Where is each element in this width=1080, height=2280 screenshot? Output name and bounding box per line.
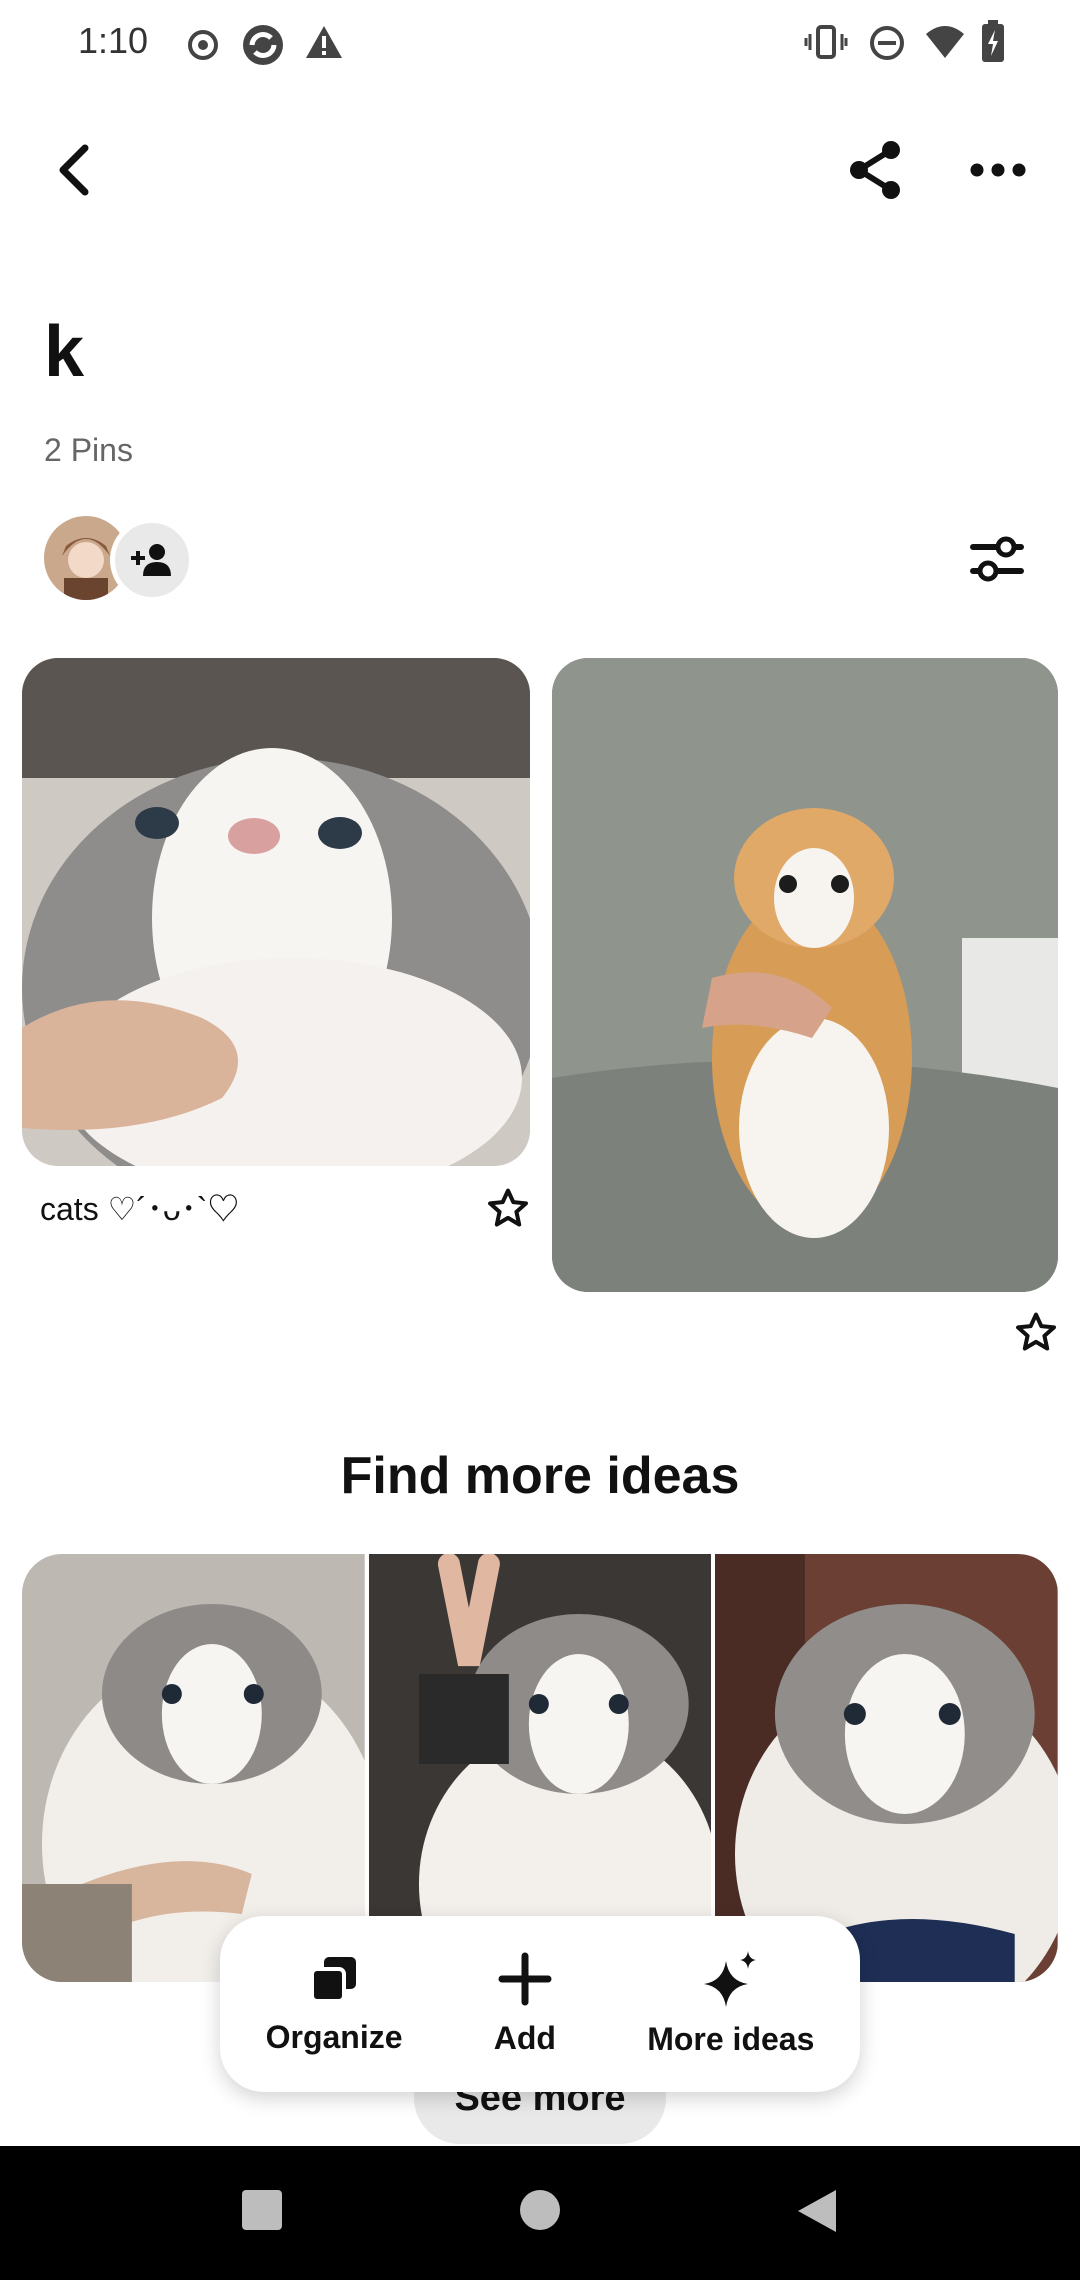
star-outline-icon bbox=[488, 1188, 528, 1227]
more-horizontal-icon bbox=[970, 163, 1026, 177]
board-title: k bbox=[44, 312, 85, 392]
recents-button[interactable] bbox=[242, 2190, 282, 2230]
chevron-left-icon bbox=[59, 144, 89, 196]
back-button[interactable] bbox=[40, 130, 110, 210]
filter-button[interactable] bbox=[964, 526, 1030, 592]
pin-count: 2 Pins bbox=[44, 432, 133, 468]
favorite-button[interactable] bbox=[1010, 1306, 1062, 1358]
system-nav-bar bbox=[0, 2146, 1080, 2280]
home-button[interactable] bbox=[520, 2190, 560, 2230]
share-icon bbox=[850, 141, 900, 199]
dnd-icon bbox=[870, 26, 904, 60]
pin-caption: cats ♡´･ᴗ･`♡ bbox=[40, 1191, 240, 1227]
organize-label: Organize bbox=[265, 2018, 403, 2055]
plus-icon bbox=[498, 1952, 552, 2005]
wifi-icon bbox=[926, 26, 964, 58]
sparkle-icon bbox=[703, 1950, 756, 2007]
vibrate-icon bbox=[804, 25, 848, 59]
add-button[interactable]: Add bbox=[494, 1952, 556, 2057]
section-title: Find more ideas bbox=[340, 1447, 740, 1505]
back-nav-button[interactable] bbox=[796, 2188, 838, 2234]
pin-image-1[interactable] bbox=[22, 658, 530, 1166]
more-ideas-label: More ideas bbox=[647, 2020, 815, 2057]
add-user-icon bbox=[131, 544, 171, 576]
record-icon bbox=[188, 30, 218, 60]
organize-button[interactable]: Organize bbox=[266, 1953, 403, 2056]
add-collaborator-button[interactable] bbox=[110, 518, 194, 602]
status-time: 1:10 bbox=[78, 20, 149, 61]
more-ideas-button[interactable]: More ideas bbox=[647, 1950, 815, 2058]
more-options-button[interactable] bbox=[964, 140, 1032, 200]
add-label: Add bbox=[493, 2019, 556, 2056]
organize-icon bbox=[310, 1956, 357, 2003]
sliders-icon bbox=[970, 536, 1024, 582]
share-button[interactable] bbox=[842, 134, 908, 206]
warning-icon bbox=[306, 26, 342, 58]
favorite-button[interactable] bbox=[482, 1182, 534, 1234]
sync-app-icon bbox=[243, 25, 283, 65]
battery-charging-icon bbox=[982, 20, 1004, 62]
star-outline-icon bbox=[1016, 1312, 1056, 1351]
board-action-bar: Organize Add More ideas bbox=[220, 1916, 860, 2092]
pin-image-2[interactable] bbox=[552, 658, 1058, 1292]
